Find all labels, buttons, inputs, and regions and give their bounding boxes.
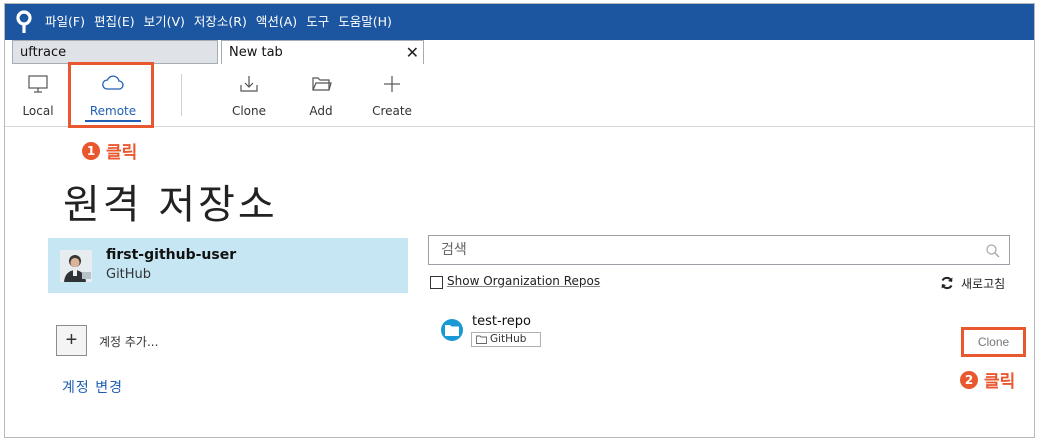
repository-name[interactable]: test-repo	[472, 314, 531, 329]
annotation-text: 클릭	[106, 143, 138, 163]
menu-file[interactable]: 파일(F)	[45, 13, 85, 31]
download-icon	[240, 76, 258, 92]
clone-repository-button[interactable]: Clone	[961, 327, 1026, 357]
annotation-text: 클릭	[984, 372, 1016, 392]
menu-repository[interactable]: 저장소(R)	[194, 13, 247, 31]
tab-dropdown-icon[interactable]	[457, 50, 465, 55]
menu-actions[interactable]: 액션(A)	[256, 13, 297, 31]
annotation-number: 1	[82, 141, 100, 160]
local-label: Local	[22, 104, 54, 118]
toolbar-divider	[181, 74, 182, 116]
tab-uftrace[interactable]: uftrace	[12, 40, 218, 64]
annotation-step-1: 1 클릭	[82, 138, 137, 163]
monitor-icon	[28, 75, 48, 93]
page-title: 원격 저장소	[63, 182, 278, 228]
menu-help[interactable]: 도움말(H)	[338, 13, 392, 31]
repository-icon	[441, 319, 463, 341]
search-box	[428, 235, 1010, 265]
show-org-repos-label[interactable]: Show Organization Repos	[447, 274, 600, 288]
avatar	[60, 250, 92, 282]
app-window: 파일(F) 편집(E) 보기(V) 저장소(R) 액션(A) 도구 도움말(H)…	[4, 3, 1035, 438]
menu-view[interactable]: 보기(V)	[144, 13, 185, 31]
repository-host-badge: GitHub	[471, 332, 541, 347]
account-name: first-github-user	[106, 247, 237, 263]
folder-icon	[312, 77, 332, 91]
menu-bar: 파일(F) 편집(E) 보기(V) 저장소(R) 액션(A) 도구 도움말(H)	[5, 4, 1034, 40]
repository-host-label: GitHub	[490, 333, 527, 345]
refresh-label[interactable]: 새로고침	[961, 275, 1005, 292]
menu-tools[interactable]: 도구	[306, 13, 329, 31]
menu-edit[interactable]: 편집(E)	[94, 13, 135, 31]
close-tab-icon[interactable]: ✕	[406, 41, 419, 64]
add-label: Add	[309, 104, 333, 118]
folder-icon	[445, 325, 459, 336]
show-org-repos-checkbox[interactable]	[430, 276, 443, 289]
tab-label: New tab	[229, 45, 283, 60]
tab-label: uftrace	[20, 45, 67, 60]
refresh-icon[interactable]	[940, 276, 954, 290]
annotation-number: 2	[960, 370, 978, 389]
plus-icon	[384, 76, 400, 92]
account-card[interactable]: first-github-user GitHub	[48, 238, 408, 293]
remote-highlight-box	[68, 62, 154, 128]
clone-button[interactable]: Clone	[219, 64, 279, 124]
clone-label: Clone	[231, 104, 267, 118]
annotation-step-2: 2 클릭	[960, 367, 1015, 392]
add-account-label[interactable]: 계정 추가...	[99, 333, 158, 350]
menu: 파일(F) 편집(E) 보기(V) 저장소(R) 액션(A) 도구 도움말(H)	[45, 13, 392, 31]
create-button[interactable]: Create	[362, 64, 422, 124]
search-input[interactable]	[429, 236, 1009, 264]
add-account-button[interactable]: +	[56, 325, 87, 356]
create-label: Create	[372, 104, 412, 118]
local-button[interactable]: Local	[8, 64, 68, 124]
account-service: GitHub	[106, 267, 152, 282]
user-avatar-icon	[60, 250, 92, 282]
folder-icon	[476, 335, 487, 344]
switch-account-link[interactable]: 계정 변경	[62, 377, 123, 397]
sourcetree-logo-icon	[16, 10, 32, 33]
search-icon[interactable]	[985, 243, 1001, 259]
add-tab-icon[interactable]: +	[430, 40, 447, 62]
tab-new-tab[interactable]: New tab ✕	[221, 40, 424, 64]
toolbar: Local Remote Clone Add Create	[5, 64, 1034, 127]
add-button[interactable]: Add	[291, 64, 351, 124]
